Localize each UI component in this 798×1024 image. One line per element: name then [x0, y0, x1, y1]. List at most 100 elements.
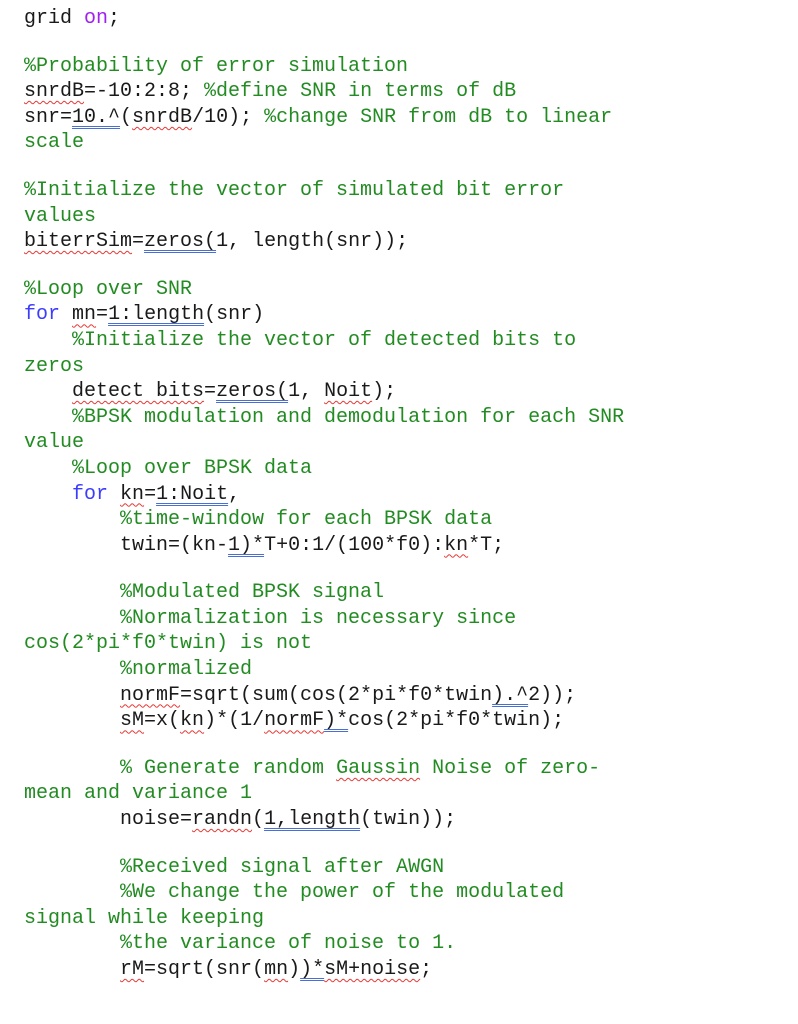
comment-text: signal while keeping	[24, 906, 265, 930]
comment-text-spelling-flag: Gaussin	[336, 756, 421, 780]
code-text-spelling-flag: sM+noise	[324, 958, 421, 981]
code-text: )*(1/	[204, 709, 265, 733]
code-line: biterrSim=zeros(1, length(snr));	[24, 229, 784, 255]
code-line: snrdB=-10:2:8; %define SNR in terms of d…	[24, 79, 784, 105]
code-text: /10);	[192, 105, 265, 129]
comment-text: zeros	[24, 354, 85, 378]
code-text-spelling-flag: normF	[264, 709, 325, 733]
comment-text: %Initialize the vector of detected bits …	[24, 328, 577, 352]
code-text-grammar-flag: )*	[300, 958, 325, 981]
code-line: values	[24, 204, 784, 230]
code-text-grammar-flag: 10.^	[72, 105, 121, 129]
code-text: ,	[228, 482, 241, 506]
code-text-grammar-flag: )*	[324, 709, 349, 733]
comment-text: %We change the power of the modulated	[24, 881, 565, 905]
code-text: twin=(kn-	[24, 533, 229, 557]
code-line: detect bits=zeros(1, Noit);	[24, 379, 784, 405]
keyword-text: for	[72, 482, 109, 506]
code-line: twin=(kn-1)*T+0:1/(100*f0):kn*T;	[24, 533, 784, 559]
code-text-spelling-flag: rM	[120, 958, 145, 981]
comment-text: %Probability of error simulation	[24, 54, 409, 78]
code-text-spelling-flag: snrdB	[24, 80, 85, 104]
code-text: snr=	[24, 105, 73, 129]
code-line: %time-window for each BPSK data	[24, 507, 784, 533]
code-text-spelling-flag: kn	[180, 709, 205, 733]
code-text: =-10:2:8;	[84, 80, 205, 104]
code-line: %the variance of noise to 1.	[24, 931, 784, 957]
code-text-spelling-flag: randn	[192, 808, 253, 832]
keyword-text: for	[24, 303, 61, 327]
code-line: %Initialize the vector of simulated bit …	[24, 178, 784, 204]
code-text: (	[120, 105, 133, 129]
comment-text: % Generate random	[24, 756, 337, 780]
code-text-spelling-flag: normF	[120, 683, 181, 707]
code-document: grid on; %Probability of error simulation…	[24, 6, 784, 983]
code-text: cos(2*pi*f0*twin);	[348, 709, 565, 733]
code-line: %Loop over SNR	[24, 277, 784, 303]
code-line: %Normalization is necessary since	[24, 606, 784, 632]
comment-text: %Received signal after AWGN	[24, 855, 445, 879]
code-text-spelling-flag: mn	[264, 958, 289, 981]
comment-text: %Modulated BPSK signal	[24, 581, 385, 605]
code-line: zeros	[24, 354, 784, 380]
code-text: =x(	[144, 709, 181, 733]
comment-text: values	[24, 204, 97, 228]
code-text: =sqrt(sum(cos(2*pi*f0*twin	[180, 683, 493, 707]
code-text: 1,	[288, 380, 325, 404]
code-text-grammar-flag: 1:Noit	[156, 482, 229, 506]
code-text: grid	[24, 7, 85, 30]
code-text-grammar-flag: 1)*	[228, 533, 265, 557]
code-line: for mn=1:length(snr)	[24, 302, 784, 328]
code-text-spelling-flag: Noit	[324, 380, 373, 404]
code-text: noise=	[24, 808, 193, 832]
comment-text: %Initialize the vector of simulated bit …	[24, 178, 565, 202]
code-text: ;	[420, 958, 433, 981]
comment-text: %the variance of noise to 1.	[24, 932, 457, 956]
comment-text: mean and variance 1	[24, 782, 253, 806]
code-line: rM=sqrt(snr(mn))*sM+noise;	[24, 957, 784, 983]
code-text: )	[288, 958, 301, 981]
code-text-spelling-flag: kn	[444, 533, 469, 557]
code-text: =	[132, 230, 145, 254]
code-text-spelling-flag: detect bits	[72, 380, 205, 404]
code-line: %Received signal after AWGN	[24, 855, 784, 881]
comment-text: %Loop over BPSK data	[24, 456, 313, 480]
code-text: *T;	[468, 533, 505, 557]
code-line: mean and variance 1	[24, 781, 784, 807]
code-text-grammar-flag: zeros(	[216, 380, 289, 404]
code-text: =	[144, 482, 157, 506]
code-line: cos(2*pi*f0*twin) is not	[24, 631, 784, 657]
comment-text: %change SNR from dB to linear	[264, 105, 613, 129]
code-line: %BPSK modulation and demodulation for ea…	[24, 405, 784, 431]
code-text-spelling-flag: snrdB	[132, 105, 193, 129]
code-text-grammar-flag: zeros(	[144, 230, 217, 254]
keyword-text: on	[84, 7, 109, 30]
code-text: (	[252, 808, 265, 832]
code-text: T+0:1/(100*f0):	[264, 533, 445, 557]
code-line: %normalized	[24, 657, 784, 683]
code-text: =	[96, 303, 109, 327]
code-line: snr=10.^(snrdB/10); %change SNR from dB …	[24, 105, 784, 131]
code-line: signal while keeping	[24, 906, 784, 932]
code-text: =sqrt(snr(	[144, 958, 265, 981]
comment-text: %BPSK modulation and demodulation for ea…	[24, 405, 625, 429]
code-text-grammar-flag: ).^	[492, 683, 529, 707]
code-line: %Initialize the vector of detected bits …	[24, 328, 784, 354]
code-text: (snr)	[204, 303, 265, 327]
comment-text: scale	[24, 131, 85, 155]
code-line: % Generate random Gaussin Noise of zero-	[24, 756, 784, 782]
code-line: %Loop over BPSK data	[24, 456, 784, 482]
code-text-spelling-flag: sM	[120, 709, 145, 733]
comment-text: %time-window for each BPSK data	[24, 508, 493, 532]
comment-text: %normalized	[24, 658, 253, 682]
